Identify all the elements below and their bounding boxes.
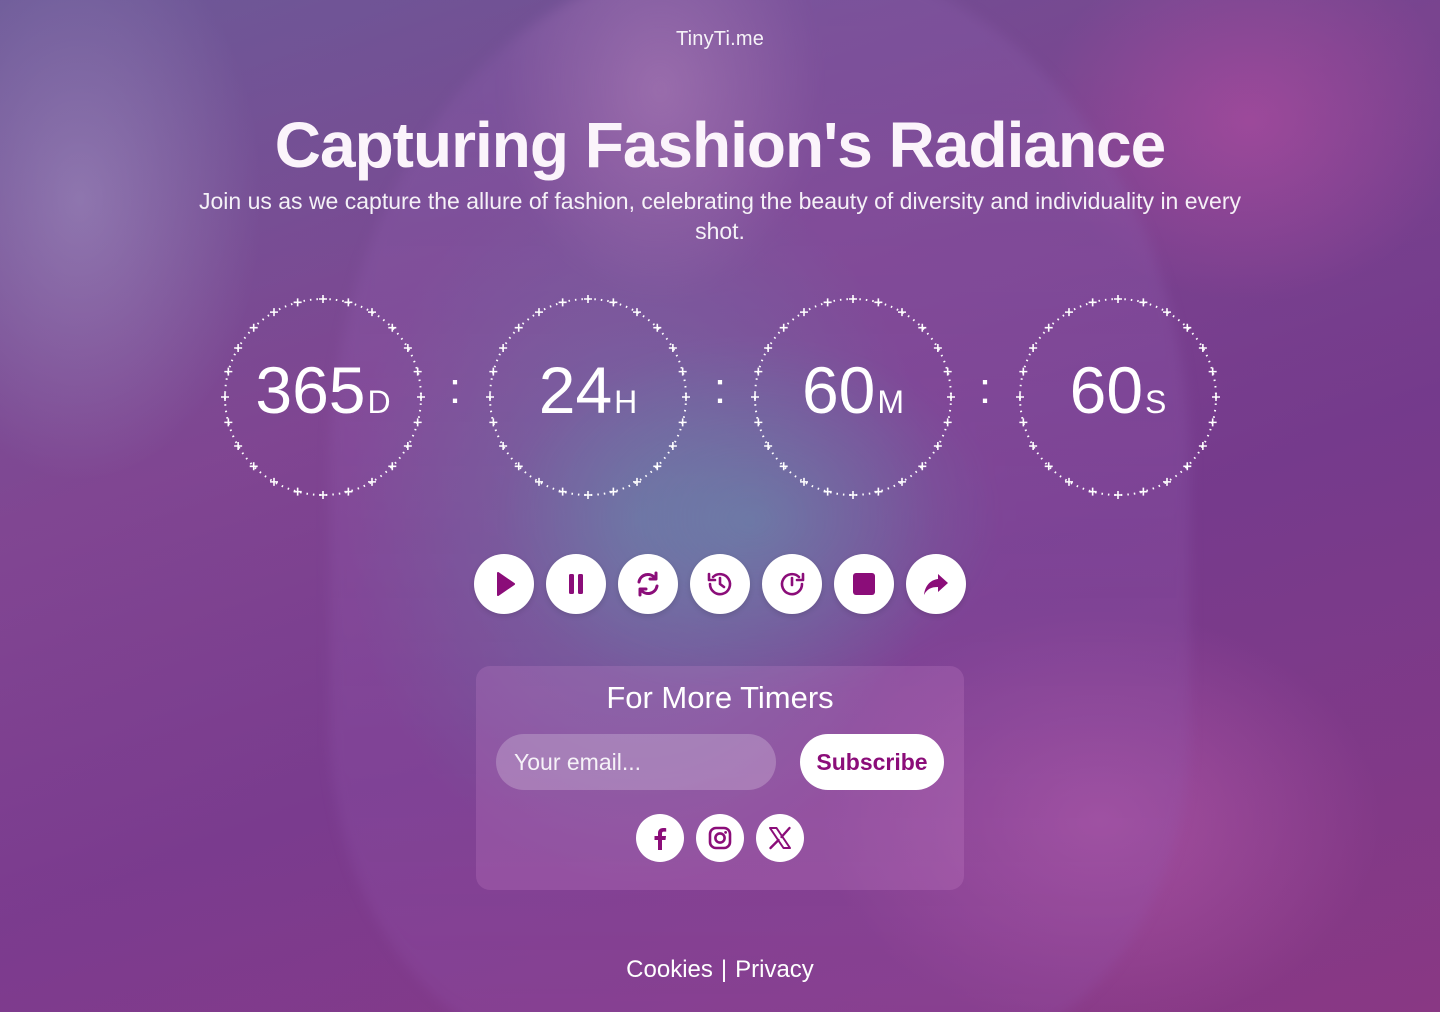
- ring-tick: [874, 298, 883, 307]
- ring-tick: [1088, 487, 1097, 496]
- refresh-button[interactable]: [618, 554, 678, 614]
- privacy-link[interactable]: Privacy: [735, 956, 814, 983]
- ring-tick: [514, 323, 523, 332]
- ring-tick: [1139, 298, 1148, 307]
- hours-value: 24: [538, 353, 613, 427]
- footer: Cookies | Privacy: [0, 956, 1440, 984]
- ring-tick: [1088, 298, 1097, 307]
- ring-tick: [823, 298, 832, 307]
- ring-tick: [633, 308, 641, 317]
- countdown-days: 365D: [218, 292, 428, 502]
- ring-tick: [874, 487, 883, 496]
- x-link[interactable]: [756, 814, 804, 862]
- ring-tick: [270, 308, 278, 317]
- separator: :: [448, 364, 462, 413]
- ring-tick: [668, 442, 677, 450]
- ring-tick: [849, 295, 857, 303]
- days-unit: D: [367, 384, 391, 420]
- ring-tick: [584, 491, 592, 499]
- timer-controls: [474, 554, 966, 614]
- ring-tick: [293, 487, 302, 496]
- ring-tick: [234, 344, 243, 352]
- ring-tick: [609, 487, 618, 496]
- ring-tick: [800, 308, 808, 317]
- hours-unit: H: [614, 384, 638, 420]
- play-icon: [497, 572, 515, 596]
- stop-icon: [853, 573, 875, 595]
- restart-button[interactable]: [762, 554, 822, 614]
- seconds-unit: S: [1145, 384, 1167, 420]
- ring-tick: [1065, 308, 1073, 317]
- facebook-link[interactable]: [636, 814, 684, 862]
- pause-button[interactable]: [546, 554, 606, 614]
- page-subtitle: Join us as we capture the allure of fash…: [199, 188, 1241, 244]
- instagram-icon: [708, 826, 732, 850]
- newsletter-title: For More Timers: [606, 680, 834, 715]
- instagram-link[interactable]: [696, 814, 744, 862]
- ring-tick: [584, 295, 592, 303]
- ring-tick: [1044, 323, 1053, 332]
- minutes-value: 60: [801, 353, 876, 427]
- ring-tick: [319, 491, 327, 499]
- ring-tick: [368, 308, 376, 317]
- ring-tick: [1029, 442, 1038, 450]
- separator: :: [978, 364, 992, 413]
- ring-tick: [344, 487, 353, 496]
- pause-icon: [569, 574, 583, 594]
- ring-tick: [1029, 344, 1038, 352]
- seconds-value: 60: [1069, 353, 1144, 427]
- ring-tick: [1139, 487, 1148, 496]
- facebook-icon: [654, 828, 667, 850]
- ring-tick: [499, 442, 508, 450]
- days-value: 365: [255, 353, 366, 427]
- ring-tick: [234, 442, 243, 450]
- ring-tick: [823, 487, 832, 496]
- share-icon: [924, 574, 948, 595]
- ring-tick: [1198, 442, 1207, 450]
- play-button[interactable]: [474, 554, 534, 614]
- ring-tick: [898, 308, 906, 317]
- ring-tick: [403, 442, 412, 450]
- email-input[interactable]: [496, 734, 776, 790]
- footer-separator: |: [720, 956, 728, 983]
- history-button[interactable]: [690, 554, 750, 614]
- cookies-link[interactable]: Cookies: [626, 956, 713, 983]
- social-links: [636, 814, 804, 862]
- countdown: 365D : 24H : 60M : 60S: [0, 292, 1440, 502]
- share-button[interactable]: [906, 554, 966, 614]
- ring-tick: [1114, 295, 1122, 303]
- ring-tick: [1114, 491, 1122, 499]
- stop-button[interactable]: [834, 554, 894, 614]
- x-icon: [769, 826, 791, 850]
- page-title: Capturing Fashion's Radiance: [274, 109, 1166, 181]
- restart-icon: [780, 572, 805, 596]
- ring-tick: [293, 298, 302, 307]
- history-icon: [707, 572, 732, 596]
- brand-logo[interactable]: TinyTi.me: [0, 28, 1440, 51]
- ring-tick: [764, 344, 773, 352]
- countdown-seconds: 60S: [1013, 292, 1223, 502]
- ring-tick: [558, 487, 567, 496]
- ring-tick: [849, 491, 857, 499]
- ring-tick: [1163, 308, 1171, 317]
- ring-tick: [779, 323, 788, 332]
- ring-tick: [319, 295, 327, 303]
- ring-tick: [609, 298, 618, 307]
- ring-tick: [344, 298, 353, 307]
- ring-tick: [499, 344, 508, 352]
- refresh-icon: [637, 571, 659, 597]
- subscribe-button[interactable]: Subscribe: [800, 734, 944, 790]
- ring-tick: [535, 308, 543, 317]
- ring-tick: [764, 442, 773, 450]
- minutes-unit: M: [877, 384, 905, 420]
- countdown-minutes: 60M: [748, 292, 958, 502]
- ring-tick: [558, 298, 567, 307]
- separator: :: [713, 364, 727, 413]
- ring-tick: [249, 323, 258, 332]
- ring-tick: [933, 442, 942, 450]
- countdown-hours: 24H: [483, 292, 693, 502]
